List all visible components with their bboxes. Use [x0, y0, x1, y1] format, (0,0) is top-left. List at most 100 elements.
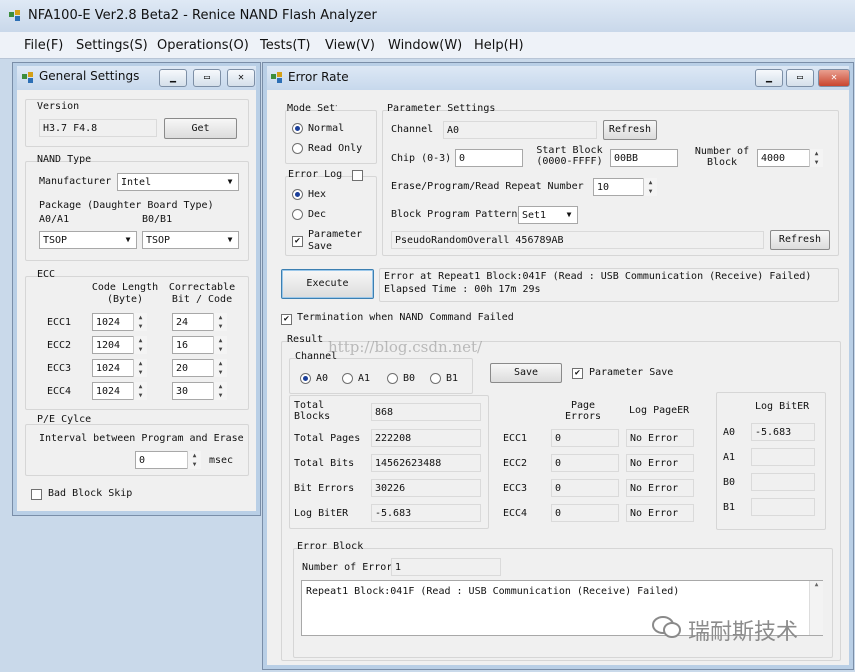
channel-a1-label: A1 — [358, 373, 371, 384]
parameter-settings-label: Parameter Settings — [387, 103, 496, 114]
total-blocks-value: 868 — [371, 403, 481, 421]
menu-operations[interactable]: Operations(O) — [157, 38, 249, 53]
channel-label: Channel — [391, 124, 434, 135]
spin-icon[interactable]: ▲ ▼ — [213, 382, 227, 400]
result-param-save-checkbox[interactable]: ✔ — [572, 368, 583, 379]
pattern-description: PseudoRandomOverall 456789AB — [391, 231, 764, 249]
error-log-checkbox[interactable] — [352, 170, 363, 181]
biter-b0-label: B0 — [723, 477, 736, 488]
log-biter-label: Log BitER — [294, 508, 349, 519]
dec-radio[interactable] — [292, 209, 303, 220]
msec-label: msec — [209, 455, 234, 466]
spin-icon[interactable]: ▲ ▼ — [133, 382, 147, 400]
chip-input[interactable]: 0 — [455, 149, 523, 167]
blog-watermark: http://blog.csdn.net/ — [328, 338, 483, 356]
start-block-input[interactable]: 00BB — [610, 149, 678, 167]
total-bits-label: Total Bits — [294, 458, 355, 469]
pattern-select[interactable]: Set1 ▼ — [518, 206, 578, 224]
biter-a1-label: A1 — [723, 452, 736, 463]
channel-b0-radio[interactable] — [387, 373, 398, 384]
version-label: Version — [37, 101, 80, 112]
ecc2-result-label: ECC2 — [503, 458, 528, 469]
general-settings-title: General Settings — [39, 69, 140, 83]
brand-watermark: 瑞耐斯技术 — [688, 620, 799, 645]
refresh-button[interactable]: Refresh — [603, 120, 657, 140]
hex-label: Hex — [308, 189, 327, 200]
biter-b1-label: B1 — [723, 502, 736, 513]
spin-icon[interactable]: ▲ ▼ — [133, 313, 147, 331]
read-only-radio[interactable] — [292, 143, 303, 154]
ecc4-page-errors: 0 — [551, 504, 619, 522]
error-list-scrollbar[interactable]: ▲ — [809, 581, 823, 635]
minimize-icon[interactable]: ▁ — [159, 69, 187, 87]
interval-label: Interval between Program and Erase — [39, 433, 244, 444]
execute-button[interactable]: Execute — [281, 269, 374, 299]
menu-settings[interactable]: Settings(S) — [76, 38, 148, 53]
menu-bar: File(F) Settings(S) Operations(O) Tests(… — [0, 32, 855, 59]
refresh-pattern-button[interactable]: Refresh — [770, 230, 830, 250]
menu-view[interactable]: View(V) — [325, 38, 375, 53]
menu-window[interactable]: Window(W) — [388, 38, 462, 53]
bit-errors-value: 30226 — [371, 479, 481, 497]
ecc3-log-pageer: No Error — [626, 479, 694, 497]
wechat-icon — [652, 616, 681, 638]
get-button[interactable]: Get — [164, 118, 237, 139]
spin-icon[interactable]: ▲ ▼ — [213, 359, 227, 377]
maximize-icon[interactable]: ▭ — [193, 69, 221, 87]
spin-icon[interactable]: ▲ ▼ — [133, 359, 147, 377]
version-value: H3.7 F4.8 — [39, 119, 157, 137]
spin-icon[interactable]: ▲ ▼ — [133, 336, 147, 354]
log-biter-value: -5.683 — [371, 504, 481, 522]
correctable-header: Correctable Bit / Code — [168, 282, 236, 305]
chevron-down-icon: ▼ — [566, 210, 572, 219]
spin-icon[interactable]: ▲ ▼ — [643, 178, 657, 196]
bad-block-skip-checkbox[interactable] — [31, 489, 42, 500]
menu-tests[interactable]: Tests(T) — [260, 38, 310, 53]
chevron-down-icon: ▼ — [125, 235, 131, 244]
pattern-label: Block Program Pattern — [391, 209, 518, 220]
general-settings-window: General Settings ▁ ▭ ✕ Version H3.7 F4.8… — [12, 62, 261, 516]
mode-label: Mode Setting — [287, 103, 337, 114]
param-save-checkbox[interactable]: ✔ — [292, 236, 303, 247]
ecc2-label: ECC2 — [47, 340, 72, 351]
normal-radio[interactable] — [292, 123, 303, 134]
log-biter-header: Log BitER — [755, 401, 810, 412]
app-icon — [9, 10, 20, 21]
b0b1-select[interactable]: TSOP ▼ — [142, 231, 239, 249]
menu-file[interactable]: File(F) — [24, 38, 63, 53]
ecc4-log-pageer: No Error — [626, 504, 694, 522]
param-save-label: Parameter Save — [308, 229, 363, 252]
biter-b1-value — [751, 498, 815, 516]
error-entry: Repeat1 Block:041F (Read : USB Communica… — [306, 586, 680, 597]
spin-icon[interactable]: ▲ ▼ — [187, 451, 201, 469]
maximize-icon[interactable]: ▭ — [786, 69, 814, 87]
menu-help[interactable]: Help(H) — [474, 38, 524, 53]
error-log-label: Error Log — [288, 169, 343, 180]
spin-icon[interactable]: ▲ ▼ — [213, 313, 227, 331]
spin-icon[interactable]: ▲ ▼ — [213, 336, 227, 354]
error-block-label: Error Block — [297, 541, 364, 552]
save-button[interactable]: Save — [490, 363, 562, 383]
minimize-icon[interactable]: ▁ — [755, 69, 783, 87]
termination-checkbox[interactable]: ✔ — [281, 314, 292, 325]
close-icon[interactable]: ✕ — [227, 69, 255, 87]
package-label: Package (Daughter Board Type) — [39, 200, 214, 211]
ecc2-page-errors: 0 — [551, 454, 619, 472]
channel-a0-label: A0 — [316, 373, 329, 384]
num-error-value: 1 — [391, 558, 501, 576]
hex-radio[interactable] — [292, 189, 303, 200]
a0a1-select[interactable]: TSOP ▼ — [39, 231, 137, 249]
chevron-down-icon: ▼ — [227, 235, 233, 244]
status-line-2: Elapsed Time : 00h 17m 29s — [384, 284, 541, 295]
spin-icon[interactable]: ▲ ▼ — [809, 149, 823, 167]
channel-b1-radio[interactable] — [430, 373, 441, 384]
channel-a1-radio[interactable] — [342, 373, 353, 384]
channel-a0-radio[interactable] — [300, 373, 311, 384]
ecc3-result-label: ECC3 — [503, 483, 528, 494]
close-icon[interactable]: ✕ — [818, 69, 850, 87]
manufacturer-select[interactable]: Intel ▼ — [117, 173, 239, 191]
window-icon — [22, 72, 33, 83]
pe-cycle-label: P/E Cylce — [37, 414, 92, 425]
number-of-block-label: Number of Block — [694, 146, 750, 168]
error-rate-body: Mode Setting Normal Read Only Error Log … — [267, 90, 849, 665]
